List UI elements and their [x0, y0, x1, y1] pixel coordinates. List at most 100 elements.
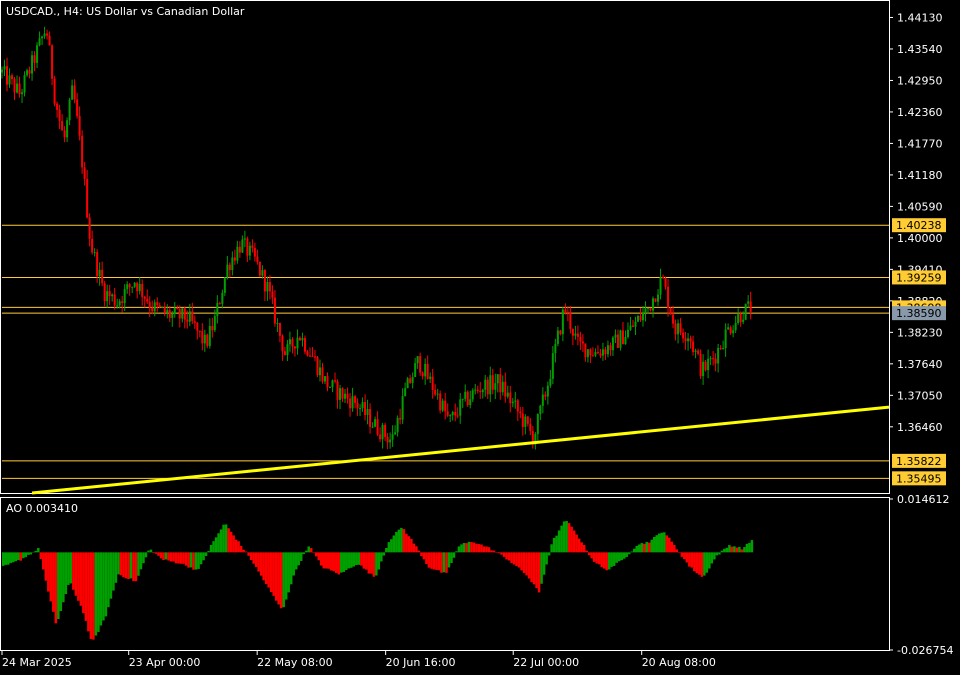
ao-bar [587, 552, 591, 556]
ao-bar [705, 552, 709, 573]
ao-bar [748, 542, 751, 553]
ao-bar [117, 552, 120, 575]
candle-body [336, 381, 339, 400]
candle-body [256, 256, 259, 262]
horizontal-levels[interactable] [2, 224, 889, 479]
ao-axis: 0.014612 -0.026754 [889, 493, 953, 657]
ao-bar [132, 552, 135, 582]
candle-body [594, 352, 597, 356]
ao-bar [572, 530, 576, 553]
candle-body [253, 247, 256, 257]
ao-tick-label: 0.014612 [897, 493, 950, 506]
candle-body [78, 115, 81, 136]
price-tick-label: 1.37050 [897, 389, 943, 402]
ao-bar [690, 552, 694, 568]
candle-body [344, 393, 347, 399]
candle-body [419, 356, 422, 373]
candle-body [111, 294, 114, 297]
ao-bar [357, 552, 361, 565]
price-tick-label: 1.42360 [897, 106, 943, 119]
price-tick-label: 1.41770 [897, 137, 943, 150]
ao-bar [550, 544, 553, 553]
ao-bar [365, 552, 368, 570]
candle-body [569, 312, 572, 329]
candle-body [459, 399, 462, 416]
candle-body [601, 349, 604, 356]
ao-bar [340, 552, 343, 573]
ao-bar [718, 552, 721, 555]
ao-bar [309, 548, 313, 553]
ao-bar [264, 552, 268, 585]
ao-bar [207, 550, 210, 553]
candle-body [203, 334, 206, 344]
candle-body [724, 329, 727, 349]
ao-bar [505, 552, 508, 560]
ao-bar [17, 552, 20, 561]
ao-bar [59, 552, 63, 612]
chart-canvas[interactable]: 1.44130 1.43540 1.42950 1.42360 1.41770 1.411… [0, 0, 960, 675]
ao-bar [214, 537, 218, 553]
candle-body [727, 327, 730, 330]
ao-bar [552, 537, 556, 553]
level-label: 1.39259 [896, 271, 942, 284]
ao-bar [685, 552, 689, 563]
candle-body [193, 321, 196, 323]
price-tick-label: 1.44130 [897, 11, 943, 24]
ao-bar [39, 552, 43, 560]
candle-body [158, 305, 161, 308]
ao-bar [174, 552, 178, 564]
ao-bar [139, 552, 143, 570]
ao-bar [632, 548, 636, 553]
candle-body [86, 178, 89, 218]
candle-body [371, 426, 374, 428]
ao-bar [287, 552, 290, 593]
ao-bar [27, 552, 30, 555]
candle-body [446, 411, 449, 416]
candle-body [586, 349, 589, 358]
candle-body [341, 388, 344, 399]
ao-bar [330, 552, 333, 571]
ao-bar [582, 544, 586, 553]
chart-window[interactable]: 1.44130 1.43540 1.42950 1.42360 1.41770 1.411… [0, 0, 960, 675]
ao-bar [450, 552, 453, 563]
candle-body [441, 400, 444, 411]
candle-body [261, 270, 264, 276]
ao-bar [630, 551, 633, 553]
ao-bar [9, 552, 13, 563]
candle-body [48, 35, 51, 46]
ao-bar [237, 541, 240, 553]
candle-body [41, 36, 44, 39]
ao-bar [294, 552, 298, 570]
ao-bar [152, 552, 155, 553]
candle-body [514, 400, 517, 402]
candle-body [401, 396, 404, 420]
candle-body [629, 325, 632, 330]
candle-body [138, 283, 141, 292]
candle-body [584, 343, 587, 358]
candle-body [271, 291, 274, 298]
candle-body [349, 398, 352, 409]
ao-bar [395, 531, 398, 553]
ao-bar [607, 552, 611, 570]
candle-body [126, 284, 129, 290]
ao-bar [495, 552, 498, 553]
ao-bar [385, 548, 388, 553]
candle-body [88, 217, 91, 239]
ao-bar [164, 552, 168, 560]
candle-body [61, 120, 64, 131]
candle-body [576, 333, 579, 337]
ao-bar [234, 539, 238, 553]
candle-body [491, 375, 494, 390]
ao-bar [57, 552, 60, 620]
ao-bar [319, 552, 323, 566]
level-labels: 1.402381.392591.386981.385901.358221.354… [892, 218, 946, 486]
candle-body [519, 411, 522, 414]
candle-body [732, 330, 735, 334]
candle-body [141, 283, 144, 297]
ao-bar [700, 552, 704, 577]
ao-bar [24, 552, 28, 558]
ao-bar [44, 552, 48, 581]
candle-body [544, 394, 547, 397]
ao-bar [465, 543, 468, 553]
ao-bar [432, 552, 436, 570]
